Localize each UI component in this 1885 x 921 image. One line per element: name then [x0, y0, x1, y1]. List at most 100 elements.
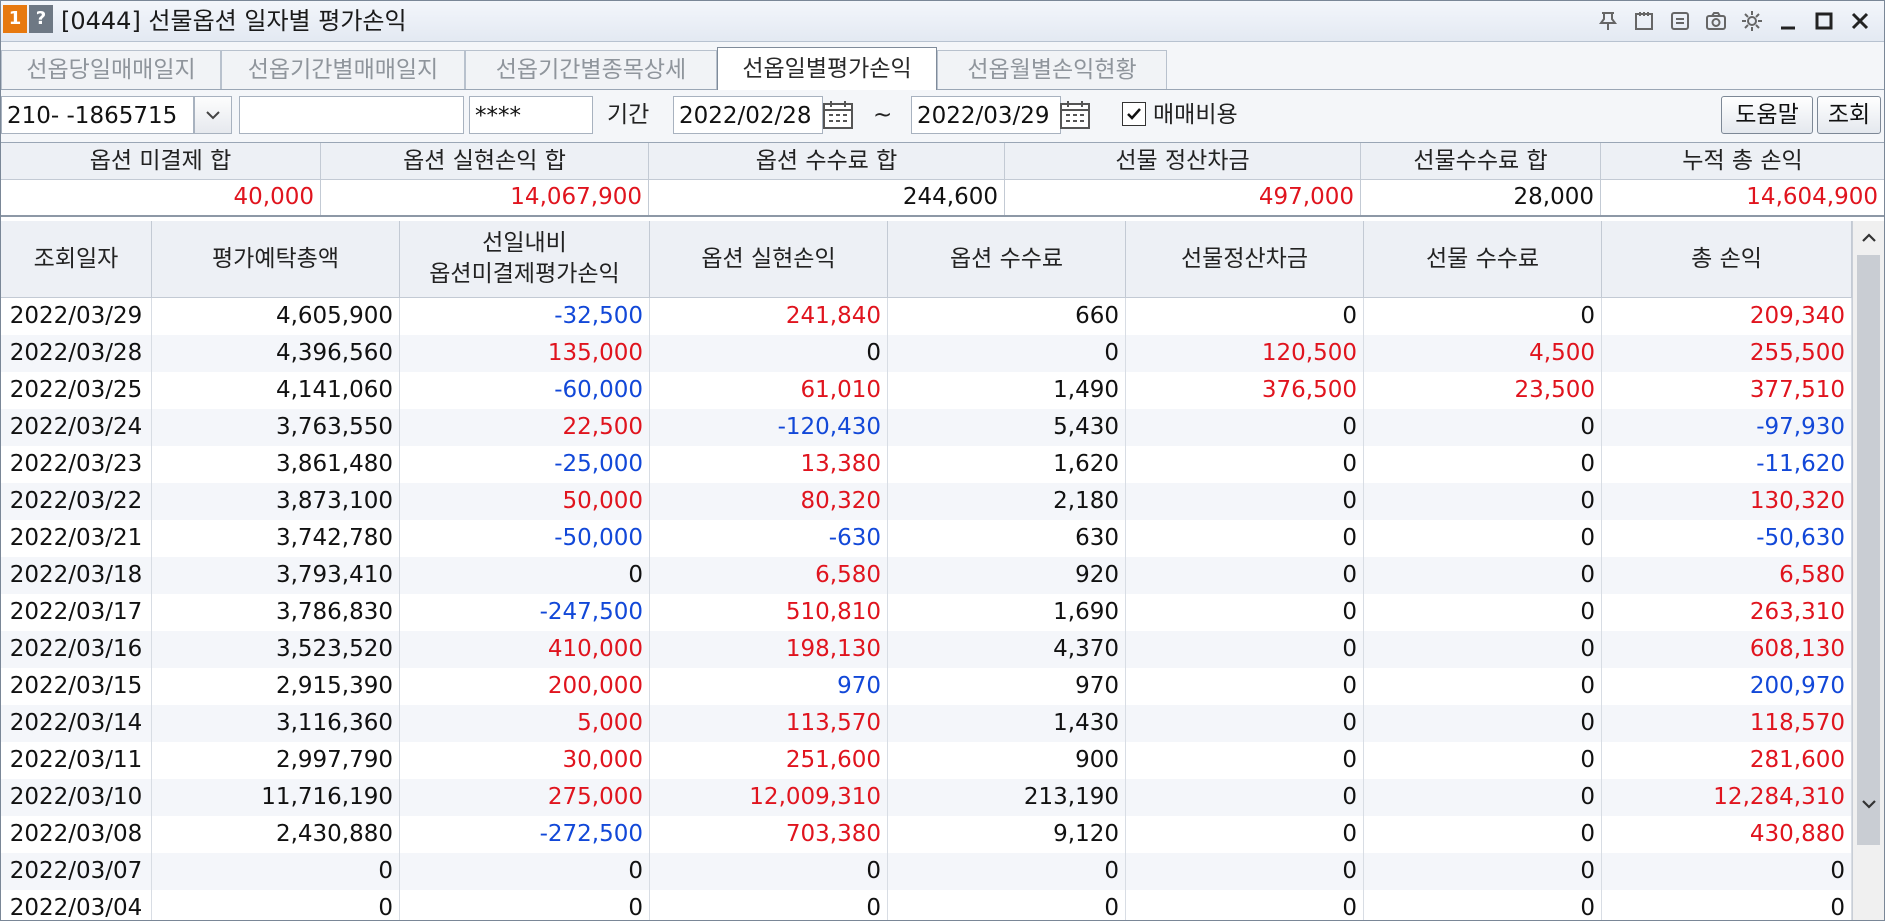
table-row[interactable]: 2022/03/24 3,763,550 22,500 -120,430 5,430 0 0…	[1, 409, 1852, 446]
cell-option-realized-pnl: 0	[650, 890, 888, 920]
table-row[interactable]: 2022/03/08 2,430,880 -272,500 703,380 9,120 0…	[1, 816, 1852, 853]
table-row[interactable]: 2022/03/16 3,523,520 410,000 198,130 4,370 0 0…	[1, 631, 1852, 668]
pin-icon[interactable]	[1594, 7, 1622, 35]
gear-icon[interactable]	[1738, 7, 1766, 35]
table-row[interactable]: 2022/03/23 3,861,480 -25,000 13,380 1,620 0 0-…	[1, 446, 1852, 483]
close-icon[interactable]	[1846, 7, 1874, 35]
tab-daily-valuation-pnl[interactable]: 선옵일별평가손익	[717, 47, 937, 90]
checkmark-icon	[1127, 108, 1141, 120]
grid-header-futures-settlement[interactable]: 선물정산차금	[1126, 221, 1364, 297]
camera-icon[interactable]	[1702, 7, 1730, 35]
summary-header-option-realized-sum: 옵션 실현손익 합	[321, 143, 649, 179]
grid-vertical-scrollbar[interactable]	[1852, 221, 1884, 920]
cell-total-pnl: 377,510	[1602, 372, 1852, 409]
cell-futures-fee: 4,500	[1364, 335, 1602, 372]
cell-option-open-valuation: 0	[400, 853, 650, 890]
chevron-up-icon	[1861, 233, 1876, 242]
table-row[interactable]: 2022/03/14 3,116,360 5,000 113,570 1,430 0 0 11…	[1, 705, 1852, 742]
grid-header-option-open-valuation[interactable]: 선일내비 옵션미결제평가손익	[400, 221, 650, 297]
scroll-thumb[interactable]	[1857, 255, 1880, 845]
cell-date: 2022/03/22	[1, 483, 152, 520]
screen-number-badge[interactable]: 1	[3, 5, 27, 33]
cell-futures-settlement: 0	[1126, 668, 1364, 705]
account-name-field[interactable]	[239, 96, 464, 134]
tab-period-item-detail[interactable]: 선옵기간별종목상세	[465, 50, 717, 89]
search-bar: 210- -1865715 **** 기간 2022/02/28 ~ 2022/…	[1, 90, 1884, 143]
cell-date: 2022/03/11	[1, 742, 152, 779]
account-number-field[interactable]: 210- -1865715	[1, 96, 194, 134]
cell-date: 2022/03/07	[1, 853, 152, 890]
cell-option-open-valuation: 0	[400, 557, 650, 594]
cell-option-realized-pnl: 61,010	[650, 372, 888, 409]
grid-header-label: 옵션 실현손익	[701, 245, 836, 272]
help-badge[interactable]: ?	[29, 5, 53, 33]
table-row[interactable]: 2022/03/10 11,716,190 275,000 12,009,310 213…	[1, 779, 1852, 816]
table-row[interactable]: 2022/03/28 4,396,560 135,000 0 0 120,500 4,500…	[1, 335, 1852, 372]
scroll-down-button[interactable]	[1853, 789, 1884, 819]
tab-daily-trading-journal[interactable]: 선옵당일매매일지	[1, 50, 221, 89]
cell-futures-fee: 0	[1364, 779, 1602, 816]
cell-option-realized-pnl: 703,380	[650, 816, 888, 853]
cell-option-fee: 920	[888, 557, 1126, 594]
cell-option-fee: 9,120	[888, 816, 1126, 853]
cell-date: 2022/03/04	[1, 890, 152, 920]
maximize-icon[interactable]	[1810, 7, 1838, 35]
grid-header-label: 선물 수수료	[1425, 245, 1540, 272]
cell-option-open-valuation: -25,000	[400, 446, 650, 483]
grid-header-label: 조회일자	[33, 245, 119, 272]
summary-header-futures-fee-sum: 선물수수료 합	[1361, 143, 1601, 179]
cell-futures-settlement: 0	[1126, 705, 1364, 742]
table-row[interactable]: 2022/03/25 4,141,060 -60,000 61,010 1,490 376…	[1, 372, 1852, 409]
table-row[interactable]: 2022/03/17 3,786,830 -247,500 510,810 1,690 0…	[1, 594, 1852, 631]
table-row[interactable]: 2022/03/22 3,873,100 50,000 80,320 2,180 0 0 13…	[1, 483, 1852, 520]
table-row[interactable]: 2022/03/21 3,742,780 -50,000 -630 630 0 0 -50,6…	[1, 520, 1852, 557]
grid-header-option-realized-pnl[interactable]: 옵션 실현손익	[650, 221, 888, 297]
table-row[interactable]: 2022/03/07 0 0 0 0 0 0 0	[1, 853, 1852, 890]
grid-header-option-fee[interactable]: 옵션 수수료	[888, 221, 1126, 297]
cell-deposit-total: 0	[152, 890, 400, 920]
cell-date: 2022/03/25	[1, 372, 152, 409]
cell-option-open-valuation: -272,500	[400, 816, 650, 853]
query-button[interactable]: 조회	[1817, 96, 1881, 134]
cell-option-fee: 970	[888, 668, 1126, 705]
grid-header-deposit-total[interactable]: 평가예탁총액	[152, 221, 400, 297]
cell-option-fee: 0	[888, 335, 1126, 372]
cell-total-pnl: 6,580	[1602, 557, 1852, 594]
account-dropdown-button[interactable]	[194, 96, 232, 134]
summary-value-futures-settlement: 497,000	[1005, 180, 1361, 215]
memo-icon[interactable]	[1630, 7, 1658, 35]
grid-header-total-pnl[interactable]: 총 손익	[1602, 221, 1852, 297]
help-button[interactable]: 도움말	[1721, 96, 1813, 134]
table-row[interactable]: 2022/03/11 2,997,790 30,000 251,600 900 0 0 281…	[1, 742, 1852, 779]
trading-fee-checkbox[interactable]	[1122, 102, 1146, 126]
cell-option-open-valuation: -60,000	[400, 372, 650, 409]
calendar-icon[interactable]	[821, 99, 855, 131]
cell-option-fee: 660	[888, 298, 1126, 335]
cell-futures-fee: 0	[1364, 705, 1602, 742]
cell-option-fee: 0	[888, 890, 1126, 920]
link-icon[interactable]	[1666, 7, 1694, 35]
grid-header-date[interactable]: 조회일자	[1, 221, 152, 297]
table-row[interactable]: 2022/03/15 2,915,390 200,000 970 970 0 0 200,97…	[1, 668, 1852, 705]
cell-option-open-valuation: 275,000	[400, 779, 650, 816]
minimize-icon[interactable]	[1774, 7, 1802, 35]
cell-option-fee: 213,190	[888, 779, 1126, 816]
table-row[interactable]: 2022/03/29 4,605,900 -32,500 241,840 660 0 0 20…	[1, 298, 1852, 335]
cell-option-open-valuation: -32,500	[400, 298, 650, 335]
table-row[interactable]: 2022/03/18 3,793,410 0 6,580 920 0 0 6,580	[1, 557, 1852, 594]
cell-option-fee: 5,430	[888, 409, 1126, 446]
table-row[interactable]: 2022/03/04 0 0 0 0 0 0 0	[1, 890, 1852, 920]
cell-futures-settlement: 0	[1126, 409, 1364, 446]
password-field[interactable]: ****	[469, 96, 593, 134]
start-date-field[interactable]: 2022/02/28	[673, 96, 823, 134]
cell-deposit-total: 3,763,550	[152, 409, 400, 446]
grid-header-label: 옵션미결제평가손익	[429, 261, 620, 287]
tab-period-trading-journal[interactable]: 선옵기간별매매일지	[221, 50, 465, 89]
cell-date: 2022/03/29	[1, 298, 152, 335]
scroll-up-button[interactable]	[1853, 223, 1884, 253]
calendar-icon[interactable]	[1058, 99, 1092, 131]
grid-header-futures-fee[interactable]: 선물 수수료	[1364, 221, 1602, 297]
tab-monthly-pnl-status[interactable]: 선옵월별손익현황	[937, 50, 1167, 89]
end-date-field[interactable]: 2022/03/29	[911, 96, 1061, 134]
cell-total-pnl: 12,284,310	[1602, 779, 1852, 816]
